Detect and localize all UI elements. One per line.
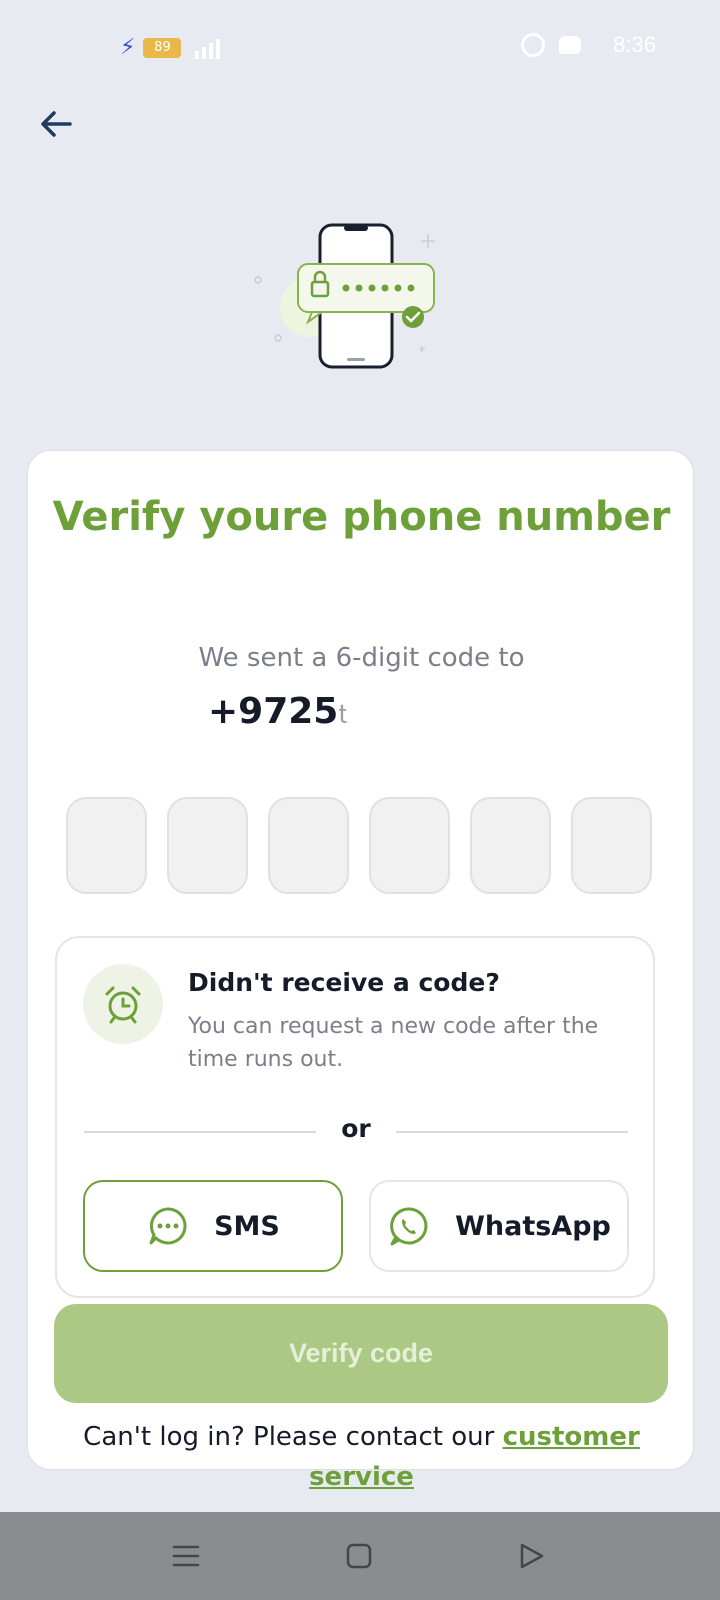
divider (396, 1131, 628, 1133)
footer-text: Can't log in? Please contact our (83, 1422, 503, 1452)
divider (84, 1131, 316, 1133)
sms-bubble-icon (149, 1207, 187, 1245)
alarm-clock-icon (105, 986, 141, 1024)
arrow-left-icon (41, 111, 72, 137)
otp-digit-6[interactable] (571, 797, 652, 894)
otp-digit-4[interactable] (369, 797, 450, 894)
nav-back-button[interactable] (515, 1540, 547, 1572)
verification-card: Verify youre phone number We sent a 6-di… (27, 450, 694, 1492)
whatsapp-notification-icon (521, 33, 546, 57)
home-button[interactable] (343, 1540, 375, 1572)
battery-icon: 89 (143, 38, 182, 58)
help-footer: Can't log in? Please contact our custome… (28, 1417, 695, 1497)
whatsapp-icon (390, 1207, 428, 1246)
phone-redaction (346, 681, 546, 743)
sms-button[interactable]: SMS (83, 1180, 343, 1272)
whatsapp-label: WhatsApp (455, 1210, 611, 1242)
page-title: Verify youre phone number (52, 494, 671, 540)
phone-prefix: +9725 (208, 691, 339, 732)
sms-label: SMS (214, 1210, 280, 1242)
code-sent-subtitle: We sent a 6-digit code to (198, 643, 525, 673)
verify-code-button[interactable]: Verify code (54, 1304, 668, 1403)
menu-icon (172, 1545, 200, 1567)
status-right: 8:36 (521, 32, 656, 58)
otp-digit-5[interactable] (470, 797, 551, 894)
resend-description: You can request a new code after the tim… (188, 1014, 599, 1072)
phone-lock-illustration (250, 222, 450, 382)
otp-digit-2[interactable] (167, 797, 248, 894)
back-button[interactable] (36, 104, 76, 144)
system-navigation-bar (0, 1512, 720, 1600)
status-bar: ⚡ 89 8:36 (0, 0, 720, 96)
signal-icon (195, 37, 221, 59)
whatsapp-button[interactable]: WhatsApp (369, 1180, 629, 1272)
bolt-icon: ⚡ (120, 35, 136, 60)
otp-input-row (66, 797, 652, 894)
menu-button[interactable] (170, 1540, 202, 1572)
resend-code-panel: Didn't receive a code? You can request a… (55, 936, 655, 1298)
status-left: ⚡ 89 (120, 35, 221, 60)
phone-number: +9725 t (208, 691, 349, 732)
back-triangle-icon (520, 1543, 544, 1569)
status-time: 8:36 (613, 32, 656, 57)
alarm-clock-badge (83, 964, 163, 1044)
resend-title: Didn't receive a code? (188, 968, 500, 997)
otp-digit-1[interactable] (66, 797, 147, 894)
or-separator: or (341, 1114, 371, 1143)
otp-digit-3[interactable] (268, 797, 349, 894)
message-notification-icon (559, 36, 582, 54)
home-icon (346, 1543, 372, 1569)
